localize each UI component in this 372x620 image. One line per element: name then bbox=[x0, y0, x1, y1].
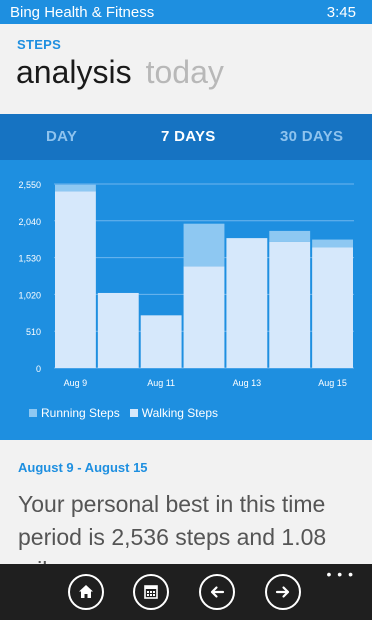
home-icon bbox=[79, 585, 93, 598]
x-tick-label: Aug 13 bbox=[233, 378, 262, 388]
back-button[interactable] bbox=[199, 574, 235, 610]
legend-item-running: Running Steps bbox=[29, 406, 120, 420]
range-selector: DAY 7 DAYS 30 DAYS bbox=[0, 114, 372, 160]
bar-walking bbox=[226, 238, 268, 368]
status-bar: Bing Health & Fitness 3:45 bbox=[0, 0, 372, 24]
x-tick-label: Aug 11 bbox=[147, 378, 175, 388]
bar-walking bbox=[140, 315, 182, 368]
legend-swatch-running bbox=[29, 409, 37, 417]
y-tick-label: 0 bbox=[36, 364, 41, 374]
tab-7-days[interactable]: 7 DAYS bbox=[161, 128, 216, 145]
legend-label-walking: Walking Steps bbox=[141, 406, 218, 420]
forward-button[interactable] bbox=[265, 574, 301, 610]
bar-walking bbox=[269, 241, 311, 368]
y-tick-label: 510 bbox=[26, 327, 41, 337]
calendar-button[interactable] bbox=[133, 574, 169, 610]
legend-label-running: Running Steps bbox=[41, 406, 120, 420]
chart-legend: Running Steps Walking Steps bbox=[29, 406, 218, 420]
pivot-header: analysis today bbox=[16, 54, 238, 91]
calendar-icon bbox=[144, 585, 158, 599]
summary-section: August 9 - August 15 Your personal best … bbox=[0, 440, 372, 564]
bar-walking bbox=[312, 247, 353, 368]
y-tick-label: 2,040 bbox=[18, 217, 41, 227]
bar-running bbox=[312, 239, 353, 248]
date-range: August 9 - August 15 bbox=[18, 460, 148, 475]
bar-walking bbox=[183, 266, 225, 368]
pivot-today[interactable]: today bbox=[146, 54, 224, 91]
personal-best-text: Your personal best in this time period i… bbox=[18, 491, 327, 564]
bar-running bbox=[55, 184, 96, 192]
legend-swatch-walking bbox=[129, 409, 138, 417]
page-header: STEPS analysis today bbox=[0, 24, 372, 114]
more-options-button[interactable]: • • • bbox=[327, 566, 354, 582]
forward-arrow-icon bbox=[275, 586, 290, 598]
section-title: STEPS bbox=[17, 37, 62, 52]
y-tick-label: 1,530 bbox=[18, 254, 41, 264]
back-arrow-icon bbox=[210, 586, 225, 598]
y-tick-label: 1,020 bbox=[18, 290, 41, 300]
tab-30-days[interactable]: 30 DAYS bbox=[280, 128, 343, 145]
x-tick-label: Aug 9 bbox=[64, 378, 88, 388]
app-bar: • • • bbox=[0, 564, 372, 620]
x-tick-label: Aug 15 bbox=[318, 378, 347, 388]
steps-chart: 0 510 1,020 1,530 2,040 2,550 Aug 9 Aug 11 Aug 1… bbox=[18, 180, 354, 388]
pivot-analysis[interactable]: analysis bbox=[16, 54, 132, 91]
home-button[interactable] bbox=[68, 574, 104, 610]
bar-walking bbox=[55, 191, 96, 368]
tab-day[interactable]: DAY bbox=[46, 128, 77, 145]
chart-panel: 0 510 1,020 1,530 2,040 2,550 Aug 9 Aug 11 Aug 1… bbox=[0, 160, 372, 440]
bar-running bbox=[183, 223, 225, 267]
app-name: Bing Health & Fitness bbox=[10, 4, 155, 21]
clock: 3:45 bbox=[326, 4, 356, 21]
legend-item-walking: Walking Steps bbox=[129, 406, 218, 420]
bar-running bbox=[269, 230, 311, 242]
bar-walking bbox=[97, 292, 139, 368]
y-tick-label: 2,550 bbox=[18, 180, 41, 190]
